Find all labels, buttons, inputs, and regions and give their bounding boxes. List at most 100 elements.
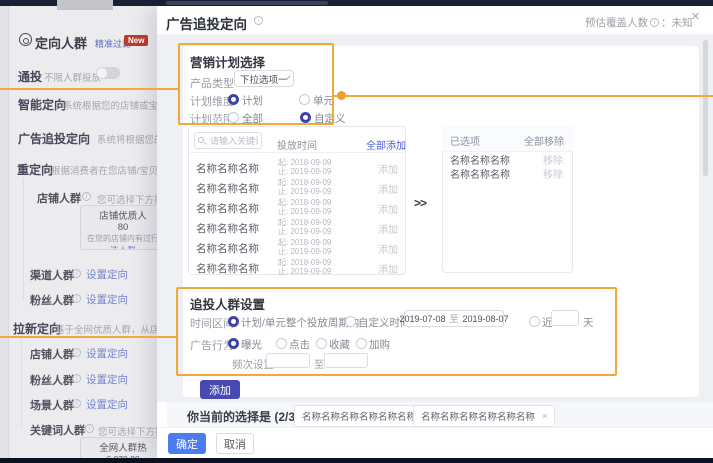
set-targeting-link[interactable]: 设置定向 — [86, 267, 128, 282]
product-type-label: 产品类型 — [190, 75, 234, 91]
sidebar-item-fans-audience-2[interactable]: 粉丝人群 — [30, 372, 74, 388]
tongtou-desc: 不限人群投放 — [44, 70, 101, 84]
radio-impression-label[interactable]: 曝光 — [241, 337, 262, 352]
card-desc: 在您的店铺内有过行 — [81, 233, 165, 244]
sidebar-item-smart-targeting[interactable]: 智能定向 — [18, 96, 66, 113]
date-end: 2019-08-07 — [463, 314, 509, 324]
radio-click[interactable] — [276, 338, 287, 349]
confirm-button[interactable]: 确定 — [168, 433, 206, 454]
plan-row-name: 名称名称名称 — [196, 221, 259, 236]
set-targeting-link[interactable]: 设置定向 — [86, 292, 128, 307]
plan-row-add-link[interactable]: 添加 — [378, 161, 398, 176]
sidebar-item-channel-audience[interactable]: 渠道人群 — [30, 267, 74, 283]
plan-row-dates: 起: 2018-09-09止: 2019-09-09 — [278, 218, 331, 236]
plan-row-dates: 起: 2018-09-09止: 2019-09-09 — [278, 198, 331, 216]
info-icon: i — [72, 294, 81, 303]
date-range-input[interactable]: 2019-07-08 至 2019-08-07 — [404, 310, 504, 327]
radio-recent-days[interactable] — [529, 316, 540, 327]
radio-favorite-label[interactable]: 收藏 — [329, 337, 350, 352]
cancel-button[interactable]: 取消 — [216, 433, 254, 454]
radio-whole-period-label[interactable]: 计划/单元整个投放周期内 — [241, 315, 359, 330]
search-input[interactable] — [194, 132, 262, 149]
selected-title: 已选项 — [450, 133, 480, 148]
sidebar-item-shop-audience-2[interactable]: 店铺人群 — [30, 346, 74, 362]
frequency-to-label: 至 — [314, 356, 324, 371]
sidebar-item-ad-retarget[interactable]: 广告追投定向 — [18, 130, 90, 147]
card-count: 80 — [81, 222, 165, 233]
radio-plan-label[interactable]: 计划 — [242, 93, 263, 108]
info-icon: i — [82, 192, 91, 201]
estimate-value: ：未知 — [661, 15, 693, 30]
radio-add-cart[interactable] — [356, 338, 367, 349]
modal-title: 广告追投定向 — [166, 13, 247, 33]
recent-unit-label: 天 — [583, 315, 594, 330]
set-targeting-link[interactable]: 设置定向 — [86, 372, 128, 387]
plan-row-add-link[interactable]: 添加 — [378, 241, 398, 256]
date-to-label: 至 — [450, 312, 459, 325]
shop-audience-card[interactable]: 店铺优质人 80 在您的店铺内有过行 选人群 — [80, 205, 166, 250]
info-icon: i — [72, 348, 81, 357]
info-icon[interactable]: i — [650, 18, 659, 27]
scrollbar[interactable] — [703, 40, 708, 176]
frequency-max-input[interactable] — [324, 353, 368, 368]
top-bar-fragment — [166, 1, 328, 5]
plan-row-add-link[interactable]: 添加 — [378, 261, 398, 276]
radio-unit[interactable] — [299, 94, 310, 105]
recent-days-input[interactable] — [551, 310, 579, 326]
tongtou-toggle[interactable] — [96, 67, 120, 79]
radio-custom-range[interactable] — [345, 316, 356, 327]
card-title: 全网人群热 — [81, 440, 165, 454]
radio-plan[interactable] — [228, 94, 239, 105]
card-link[interactable]: 选人群 — [81, 244, 165, 250]
new-badge: New — [124, 35, 148, 46]
plan-row-add-link[interactable]: 添加 — [378, 201, 398, 216]
tag-close-icon[interactable]: × — [542, 411, 547, 421]
radio-whole-period[interactable] — [228, 316, 239, 327]
set-targeting-link[interactable]: 设置定向 — [86, 397, 128, 412]
radio-custom-label[interactable]: 自定义 — [314, 111, 346, 126]
close-icon[interactable]: × — [691, 9, 700, 25]
tag-text: 名称名称名称名称名称名称 — [302, 409, 416, 423]
selected-row-name: 名称名称名称 — [450, 152, 510, 167]
page-left-edge — [0, 6, 9, 458]
radio-add-cart-label[interactable]: 加购 — [369, 337, 390, 352]
audience-icon — [19, 33, 32, 46]
plan-row-dates: 起: 2018-09-09止: 2019-09-09 — [278, 238, 331, 256]
plan-row-dates: 起: 2018-09-09止: 2019-09-09 — [278, 158, 331, 176]
radio-favorite[interactable] — [316, 338, 327, 349]
plan-row-add-link[interactable]: 添加 — [378, 221, 398, 236]
info-icon: i — [72, 399, 81, 408]
sidebar-item-keyword-audience[interactable]: 关键词人群 — [30, 422, 85, 438]
add-all-link[interactable]: 全部添加 — [366, 137, 406, 152]
add-button[interactable]: 添加 — [200, 380, 240, 399]
plan-row-name: 名称名称名称 — [196, 201, 259, 216]
radio-all-label[interactable]: 全部 — [242, 111, 263, 126]
sidebar-item-scene-audience[interactable]: 场景人群 — [30, 397, 74, 413]
radio-unit-label[interactable]: 单元 — [313, 93, 334, 108]
radio-all[interactable] — [228, 112, 239, 123]
sidebar-item-shop-audience[interactable]: 店铺人群 — [37, 190, 81, 206]
radio-custom[interactable] — [300, 112, 311, 123]
top-bar-fragment — [57, 0, 113, 10]
set-targeting-link[interactable]: 设置定向 — [86, 346, 128, 361]
tag-text: 名称名称名称名称名称名称 — [421, 409, 535, 423]
remove-all-link[interactable]: 全部移除 — [524, 133, 564, 148]
product-type-dropdown[interactable]: 下拉选项一 — [234, 70, 294, 87]
date-start: 2019-07-08 — [399, 314, 445, 324]
radio-click-label[interactable]: 点击 — [289, 337, 310, 352]
sidebar-group-new-customer[interactable]: 拉新定向 — [13, 320, 61, 337]
sidebar-group-retarget[interactable]: 重定向 — [17, 161, 53, 178]
plan-row-dates: 起: 2018-09-09止: 2019-09-09 — [278, 258, 331, 276]
plan-row-add-link[interactable]: 添加 — [378, 181, 398, 196]
selected-row-remove-link[interactable]: 移除 — [543, 152, 563, 167]
tree-connector — [21, 336, 22, 427]
info-icon: i — [72, 374, 81, 383]
annotation-line-left-top — [0, 88, 178, 90]
screen: 定向人群 精准过滤 New 通投 不限人群投放 智能定向 系统根据您的店铺或宝贝… — [0, 0, 713, 463]
info-icon[interactable]: i — [254, 16, 263, 25]
sidebar-item-fans-audience[interactable]: 粉丝人群 — [30, 292, 74, 308]
card-title: 店铺优质人 — [81, 208, 165, 222]
radio-impression[interactable] — [228, 338, 239, 349]
frequency-min-input[interactable] — [266, 353, 310, 368]
selected-row-remove-link[interactable]: 移除 — [543, 166, 563, 181]
